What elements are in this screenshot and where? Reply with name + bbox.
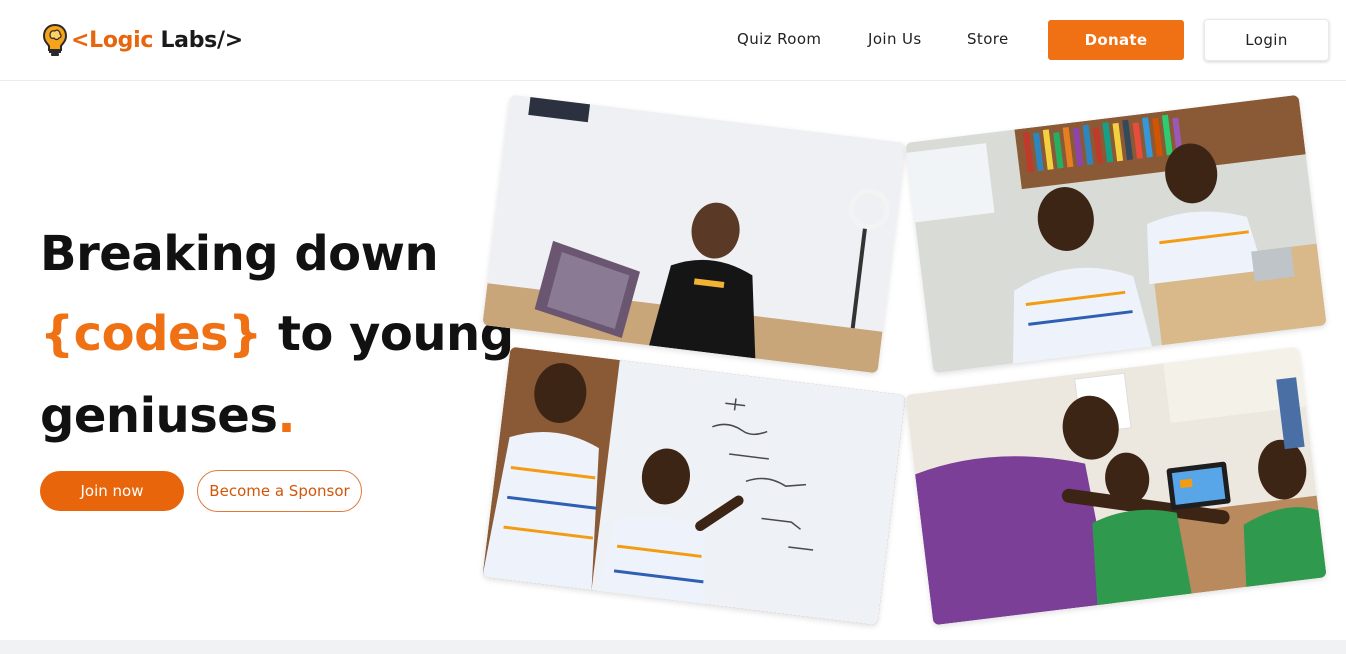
nav-link-join-us[interactable]: Join Us — [868, 30, 922, 48]
kids-at-whiteboard-photo — [482, 346, 906, 626]
logo-text: <Logic Labs/> — [71, 28, 243, 53]
logo[interactable]: <Logic Labs/> — [42, 22, 243, 58]
nav-link-quiz-room[interactable]: Quiz Room — [737, 30, 821, 48]
logo-open-bracket: < — [71, 27, 90, 53]
lightbulb-brain-icon — [42, 23, 68, 56]
hero-line-2: {codes} to young — [40, 310, 514, 358]
hero-line-2-text: to young — [261, 306, 514, 362]
donate-button[interactable]: Donate — [1048, 20, 1184, 60]
become-sponsor-button[interactable]: Become a Sponsor — [197, 470, 362, 512]
hero-line-3-text: geniuses — [40, 388, 278, 444]
hero-period-accent: . — [277, 388, 296, 444]
navbar: <Logic Labs/> Quiz Room Join Us Store Do… — [0, 0, 1346, 81]
hero-codes-accent: {codes} — [40, 306, 262, 362]
boy-at-laptop-photo — [482, 94, 906, 374]
hero-line-1-text: Breaking down — [40, 226, 439, 282]
hero-line-1: Breaking down — [40, 230, 439, 278]
students-at-desk-photo — [905, 94, 1327, 374]
nav-link-store[interactable]: Store — [967, 30, 1009, 48]
students-with-tablet-photo — [905, 346, 1327, 626]
logo-word-logic: Logic — [89, 27, 154, 53]
join-now-button[interactable]: Join now — [40, 471, 184, 511]
logo-word-labs: Labs/> — [153, 27, 243, 53]
login-button[interactable]: Login — [1204, 19, 1329, 61]
hero-line-3: geniuses. — [40, 392, 296, 440]
footer-strip — [0, 640, 1346, 654]
